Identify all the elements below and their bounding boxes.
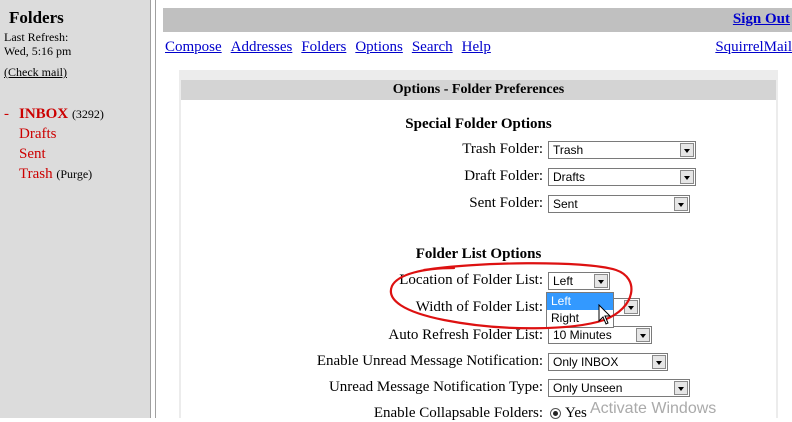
special-folder-title: Special Folder Options [405,116,552,132]
last-refresh-time: Wed, 5:16 pm [4,44,72,58]
folder-name-trash[interactable]: Trash [19,166,53,182]
sent-folder-select[interactable]: Sent [548,195,690,213]
last-refresh: Last Refresh: Wed, 5:16 pm [4,30,71,58]
dropdown-arrow-icon[interactable] [624,300,638,314]
dropdown-arrow-icon[interactable] [680,170,694,184]
inbox-count: (3292) [71,107,104,121]
auto-refresh-select[interactable]: 10 Minutes [548,326,652,344]
unread-notify-select[interactable]: Only INBOX [548,353,668,371]
trash-folder-label: Trash Folder: [462,141,543,157]
folder-pane: Folders Last Refresh: Wed, 5:16 pm (Chec… [0,0,150,418]
sent-folder-label: Sent Folder: [469,195,543,211]
sign-out-link[interactable]: Sign Out [733,11,790,28]
nav-options[interactable]: Options [355,39,403,55]
folder-item-sent[interactable]: Sent [4,144,104,164]
folder-name-drafts[interactable]: Drafts [19,126,57,142]
check-mail: (Check mail) [4,65,67,80]
dropdown-arrow-icon[interactable] [680,143,694,157]
dropdown-arrow-icon[interactable] [674,197,688,211]
auto-refresh-label: Auto Refresh Folder List: [388,327,543,343]
trash-folder-value: Trash [553,143,584,157]
location-label: Location of Folder List: [399,272,543,288]
trash-folder-select[interactable]: Trash [548,141,696,159]
folder-name-inbox[interactable]: INBOX [19,106,68,122]
folder-item-trash[interactable]: Trash (Purge) [4,164,104,184]
folder-item-drafts[interactable]: Drafts [4,124,104,144]
width-label: Width of Folder List: [415,299,543,315]
unread-type-select[interactable]: Only Unseen [548,379,690,397]
collapsible-label: Enable Collapsable Folders: [373,405,543,421]
options-header: Options - Folder Preferences [181,80,776,100]
purge-link[interactable]: (Purge) [56,167,92,181]
dropdown-arrow-icon[interactable] [652,355,666,369]
dropdown-arrow-icon[interactable] [674,381,688,395]
draft-folder-label: Draft Folder: [464,168,543,184]
draft-folder-select[interactable]: Drafts [548,168,696,186]
check-mail-link[interactable]: (Check mail) [4,65,67,79]
nav-addresses[interactable]: Addresses [231,39,293,55]
dropdown-arrow-icon[interactable] [636,328,650,342]
nav-folders[interactable]: Folders [301,39,346,55]
folder-list: - INBOX (3292) Drafts Sent Trash (Purge) [4,104,104,184]
collapse-icon[interactable]: - [4,104,19,124]
unread-type-value: Only Unseen [553,381,623,395]
unread-notify-label: Enable Unread Message Notification: [316,353,543,369]
last-refresh-label: Last Refresh: [4,30,69,44]
mouse-cursor-icon [598,304,612,325]
collapsible-yes-radio[interactable] [550,408,561,419]
draft-folder-value: Drafts [553,170,586,184]
nav-compose[interactable]: Compose [165,39,222,55]
folder-list-options-title: Folder List Options [415,246,542,262]
frame-divider[interactable] [150,0,156,418]
location-value: Left [553,274,574,288]
unread-type-label: Unread Message Notification Type: [328,379,543,395]
auto-refresh-value: 10 Minutes [553,328,612,342]
dropdown-arrow-icon[interactable] [594,274,608,288]
folder-name-sent[interactable]: Sent [19,146,46,162]
folders-title: Folders [9,8,64,27]
collapsible-yes-label: Yes [565,405,587,421]
activate-windows-watermark: Activate Windows [590,400,717,417]
squirrelmail-link[interactable]: SquirrelMail [715,39,792,56]
location-select[interactable]: Left [548,272,610,290]
nav-help[interactable]: Help [462,39,491,55]
sent-folder-value: Sent [553,197,578,211]
nav-search[interactable]: Search [412,39,453,55]
folder-item-inbox[interactable]: - INBOX (3292) [4,104,104,124]
main-nav: Compose Addresses Folders Options Search Help [165,39,500,56]
top-bar: Sign Out [163,8,792,32]
unread-notify-value: Only INBOX [553,355,619,369]
